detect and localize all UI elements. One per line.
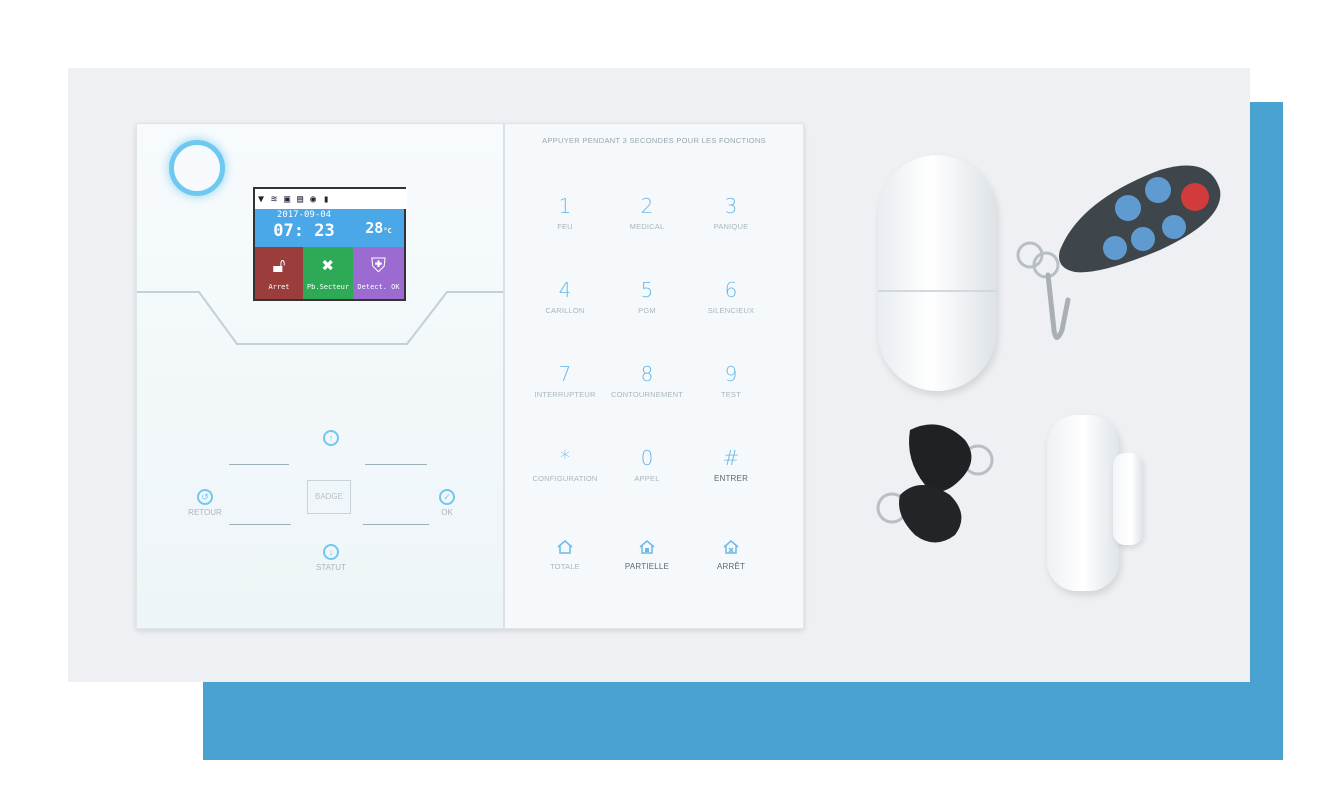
tools-icon: ✖ — [321, 253, 335, 277]
key-8[interactable]: 8 CONTOURNEMENT — [599, 362, 695, 399]
nav-ok-label: OK — [441, 508, 453, 517]
nav-retour-label: RETOUR — [188, 508, 222, 517]
temperature-unit: °C — [383, 227, 392, 235]
badge-button[interactable]: BADGE — [307, 480, 351, 514]
key-label: MEDICAL — [629, 222, 665, 231]
key-label: PANIQUE — [713, 222, 749, 231]
key-5[interactable]: 5 PGM — [599, 278, 695, 315]
key-digit: 5 — [640, 278, 654, 302]
mode-partielle-button[interactable]: PARTIELLE — [599, 539, 695, 571]
door-contact-sensor — [1047, 415, 1119, 591]
alarm-panel: ▼ ≋ ▣ ▤ ◉ ▮ 2017-09-04 07: 23 28°C 🔓︎ Ar… — [136, 123, 804, 629]
shield-check-icon: ⛨ — [371, 253, 386, 277]
key-digit: 6 — [724, 278, 738, 302]
network-icon: ▣ — [284, 193, 291, 205]
key-label: ENTRER — [713, 474, 749, 483]
status-ring-led — [169, 140, 225, 196]
key-6[interactable]: 6 SILENCIEUX — [683, 278, 779, 315]
key-label: SILENCIEUX — [707, 306, 755, 315]
key-3[interactable]: 3 PANIQUE — [683, 194, 779, 231]
screen-status-bar: ▼ ≋ ▣ ▤ ◉ ▮ — [255, 189, 407, 209]
motion-sensor-seam — [878, 290, 996, 292]
nav-retour-button[interactable]: ↺ RETOUR — [181, 489, 229, 517]
key-digit: 0 — [640, 446, 654, 470]
key-digit: 9 — [724, 362, 738, 386]
door-contact-magnet — [1113, 453, 1143, 545]
battery-icon: ▮ — [323, 193, 330, 205]
check-icon: ✓ — [439, 489, 455, 505]
mode-label: PARTIELLE — [624, 562, 670, 571]
house-arm-icon — [557, 540, 573, 554]
mode-label: ARRÊT — [716, 562, 746, 571]
back-icon: ↺ — [197, 489, 213, 505]
signal-icon: ▼ — [258, 193, 265, 205]
nav-ok-button[interactable]: ✓ OK — [427, 489, 467, 517]
nav-divider — [229, 524, 291, 525]
key-digit: 8 — [640, 362, 654, 386]
nav-up-button[interactable]: ↑ — [311, 430, 351, 449]
remote-keyfob — [1016, 165, 1221, 340]
unlock-icon: 🔓︎ — [272, 253, 286, 277]
wifi-icon: ≋ — [271, 193, 278, 205]
keypad-header: APPUYER PENDANT 3 SECONDES POUR LES FONC… — [542, 136, 766, 145]
rfid-badges — [876, 424, 994, 543]
key-label: APPEL — [634, 474, 660, 483]
key-hash[interactable]: # ENTRER — [683, 446, 779, 483]
key-label: CONTOURNEMENT — [610, 390, 684, 399]
nav-divider — [229, 464, 289, 465]
key-9[interactable]: 9 TEST — [683, 362, 779, 399]
sim-icon: ▤ — [297, 193, 304, 205]
lcd-screen: ▼ ≋ ▣ ▤ ◉ ▮ 2017-09-04 07: 23 28°C 🔓︎ Ar… — [253, 187, 407, 301]
nav-divider — [365, 464, 427, 465]
panel-left-half: ▼ ≋ ▣ ▤ ◉ ▮ 2017-09-04 07: 23 28°C 🔓︎ Ar… — [137, 124, 503, 628]
key-2[interactable]: 2 MEDICAL — [599, 194, 695, 231]
arrow-down-icon: ↓ — [323, 544, 339, 560]
nav-statut-label: STATUT — [316, 563, 346, 572]
panel-divider — [503, 124, 505, 628]
key-label: TEST — [721, 390, 741, 399]
key-digit: 3 — [724, 194, 738, 218]
motion-sensor — [878, 155, 996, 391]
nav-statut-button[interactable]: ↓ STATUT — [311, 544, 351, 572]
temperature-box: 28°C — [353, 209, 404, 247]
key-label: PGM — [638, 306, 656, 315]
nav-divider — [363, 524, 429, 525]
key-digit: # — [722, 446, 740, 470]
date-time-box: 2017-09-04 07: 23 — [255, 209, 353, 247]
temperature-value: 28 — [365, 219, 384, 237]
screen-time: 07: 23 — [273, 221, 335, 241]
panel-chevron-groove — [137, 291, 503, 345]
key-0[interactable]: 0 APPEL — [599, 446, 695, 483]
key-digit: 2 — [640, 194, 654, 218]
screen-date: 2017-09-04 — [276, 210, 332, 220]
house-partial-icon — [639, 540, 655, 554]
house-disarm-icon — [723, 540, 739, 554]
mode-arret-button[interactable]: ARRÊT — [683, 539, 779, 571]
cloud-icon: ◉ — [310, 193, 317, 205]
arrow-up-icon: ↑ — [323, 430, 339, 446]
